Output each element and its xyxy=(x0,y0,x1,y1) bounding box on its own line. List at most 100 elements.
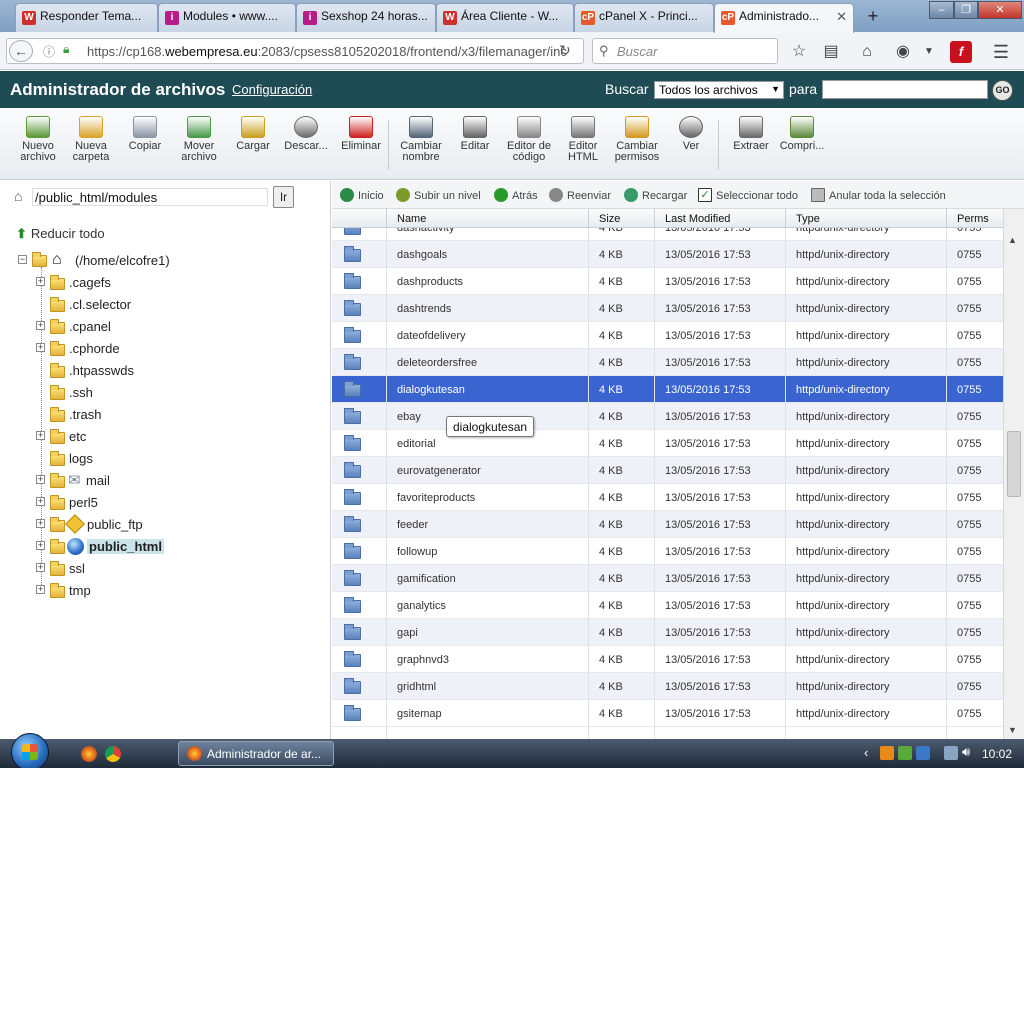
tray-app-icon[interactable] xyxy=(898,746,912,760)
cargar-button[interactable]: Cargar xyxy=(225,114,281,152)
nueva-carpeta-button[interactable]: Nueva carpeta xyxy=(63,114,119,163)
table-row[interactable]: dashproducts 4 KB 13/05/2016 17:53 httpd/un… xyxy=(332,268,1003,295)
cambiar-nombre-button[interactable]: Cambiar nombre xyxy=(393,114,449,163)
star-icon[interactable]: ☆ xyxy=(788,41,810,63)
browser-tab[interactable]: cP cPanel X - Princi... xyxy=(574,3,714,32)
volume-icon[interactable]: 🔊︎ xyxy=(962,744,970,760)
tree-item-ssl[interactable]: ssl xyxy=(69,561,85,576)
tree-root-label[interactable]: (/home/elcofre1) xyxy=(75,253,170,268)
minimize-window-button[interactable]: – xyxy=(929,1,954,19)
scroll-down-icon[interactable]: ▼ xyxy=(1008,725,1017,735)
action-forward-arrow[interactable]: Reenviar xyxy=(549,188,611,202)
editor-html-button[interactable]: Editor HTML xyxy=(555,114,611,163)
settings-link[interactable]: Configuración xyxy=(232,82,312,97)
back-arrow-icon[interactable]: ← xyxy=(9,40,33,62)
action-checkbox-empty[interactable]: Anular toda la selección xyxy=(811,188,946,202)
table-row[interactable]: dashtrends 4 KB 13/05/2016 17:53 httpd/unix… xyxy=(332,295,1003,322)
tree-item-public-html[interactable]: public_html xyxy=(87,539,164,554)
action-reload[interactable]: Recargar xyxy=(624,188,687,202)
expand-toggle-icon[interactable]: + xyxy=(36,431,45,440)
cambiar-permisos-button[interactable]: Cambiar permisos xyxy=(609,114,665,163)
home-icon[interactable]: ⌂ xyxy=(856,41,878,63)
expand-toggle-icon[interactable]: + xyxy=(36,277,45,286)
reading-list-icon[interactable]: ▤ xyxy=(820,41,842,63)
table-row[interactable]: followup 4 KB 13/05/2016 17:53 httpd/unix-d… xyxy=(332,538,1003,565)
tree-item-public-ftp[interactable]: public_ftp xyxy=(87,517,143,532)
action-home[interactable]: Inicio xyxy=(340,188,384,202)
copiar-button[interactable]: Copiar xyxy=(117,114,173,152)
expand-toggle-icon[interactable]: + xyxy=(36,343,45,352)
browser-tab[interactable]: i Modules • www.... xyxy=(158,3,296,32)
table-row[interactable]: dateofdelivery 4 KB 13/05/2016 17:53 httpd/… xyxy=(332,322,1003,349)
expand-toggle-icon[interactable]: + xyxy=(36,563,45,572)
tray-app-icon[interactable] xyxy=(916,746,930,760)
extraer-button[interactable]: Extraer xyxy=(723,114,779,152)
network-icon[interactable] xyxy=(944,746,958,760)
restore-window-button[interactable]: ❐ xyxy=(954,1,978,19)
table-row[interactable]: dialogkutesan 4 KB 13/05/2016 17:53 httpd/u… xyxy=(332,376,1003,403)
new-tab-button[interactable]: + xyxy=(862,6,884,27)
column-header-name[interactable]: Name xyxy=(397,213,426,225)
expand-toggle-icon[interactable]: + xyxy=(36,497,45,506)
chevron-down-icon[interactable]: ▼ xyxy=(918,41,940,63)
tree-item-etc[interactable]: etc xyxy=(69,429,86,444)
ver-button[interactable]: Ver xyxy=(663,114,719,152)
table-row[interactable]: gamification 4 KB 13/05/2016 17:53 httpd/un… xyxy=(332,565,1003,592)
clock[interactable]: 10:02 xyxy=(982,747,1012,761)
table-row[interactable]: ebay 4 KB 13/05/2016 17:53 httpd/unix-direc… xyxy=(332,403,1003,430)
collapse-all-link[interactable]: ⬆ Reducir todo xyxy=(16,226,105,242)
table-row[interactable]: ganalytics 4 KB 13/05/2016 17:53 httpd/unix… xyxy=(332,592,1003,619)
go-button[interactable]: GO xyxy=(992,80,1013,101)
column-header-last-modified[interactable]: Last Modified xyxy=(665,213,730,225)
tree-item-dot-cpanel[interactable]: .cpanel xyxy=(69,319,111,334)
info-icon[interactable]: ⓘ xyxy=(43,43,55,60)
editor-codigo-button[interactable]: Editor de código xyxy=(501,114,557,163)
expand-toggle-icon[interactable]: + xyxy=(36,519,45,528)
vertical-scrollbar[interactable]: ▲ ▼ xyxy=(1003,209,1024,739)
action-back-arrow[interactable]: Atrás xyxy=(494,188,538,202)
tree-item-dot-cagefs[interactable]: .cagefs xyxy=(69,275,111,290)
browser-tab[interactable]: cP Administrado... ✕ xyxy=(714,3,854,33)
browser-tab[interactable]: W Responder Tema... xyxy=(15,3,158,32)
tree-item-dot-trash[interactable]: .trash xyxy=(69,407,102,422)
collapse-toggle-icon[interactable]: − xyxy=(18,255,27,264)
action-up-folder[interactable]: Subir un nivel xyxy=(396,188,481,202)
table-row[interactable]: gsitemap 4 KB 13/05/2016 17:53 httpd/unix-d… xyxy=(332,700,1003,727)
column-header-size[interactable]: Size xyxy=(599,213,620,225)
table-row[interactable]: dashgoals 4 KB 13/05/2016 17:53 httpd/unix-… xyxy=(332,241,1003,268)
tree-item-mail[interactable]: mail xyxy=(86,473,110,488)
column-header-perms[interactable]: Perms xyxy=(957,213,989,225)
mover-archivo-button[interactable]: Mover archivo xyxy=(171,114,227,163)
menu-icon[interactable]: ☰ xyxy=(990,41,1012,63)
tree-item-dot-htpasswds[interactable]: .htpasswds xyxy=(69,363,134,378)
browser-tab[interactable]: i Sexshop 24 horas... xyxy=(296,3,436,32)
browser-tab[interactable]: W Área Cliente - W... xyxy=(436,3,574,32)
go-path-button[interactable]: Ir xyxy=(273,186,294,208)
path-input[interactable]: /public_html/modules xyxy=(32,188,268,206)
start-button[interactable] xyxy=(11,733,49,768)
expand-toggle-icon[interactable]: + xyxy=(36,321,45,330)
editar-button[interactable]: Editar xyxy=(447,114,503,152)
table-row[interactable]: feeder 4 KB 13/05/2016 17:53 httpd/unix-dir… xyxy=(332,511,1003,538)
tree-item-tmp[interactable]: tmp xyxy=(69,583,91,598)
tray-app-icon[interactable] xyxy=(880,746,894,760)
comprimir-button[interactable]: Compri... xyxy=(774,114,830,152)
close-window-button[interactable]: ✕ xyxy=(978,1,1022,19)
tree-item-perl5[interactable]: perl5 xyxy=(69,495,98,510)
tree-item-logs[interactable]: logs xyxy=(69,451,93,466)
close-tab-icon[interactable]: ✕ xyxy=(836,9,847,25)
descargar-button[interactable]: Descar... xyxy=(278,114,334,152)
firefox-icon[interactable] xyxy=(81,746,97,762)
scrollbar-thumb[interactable] xyxy=(1007,431,1021,497)
table-row[interactable]: editorial 4 KB 13/05/2016 17:53 httpd/unix-… xyxy=(332,430,1003,457)
pocket-icon[interactable]: ◉ xyxy=(892,41,914,63)
reload-icon[interactable]: ↻ xyxy=(559,42,571,59)
eliminar-button[interactable]: Eliminar xyxy=(333,114,389,152)
tree-item-dot-cl.selector[interactable]: .cl.selector xyxy=(69,297,131,312)
table-row[interactable]: gapi 4 KB 13/05/2016 17:53 httpd/unix-direc… xyxy=(332,619,1003,646)
action-checkbox-checked[interactable]: ✓ Seleccionar todo xyxy=(698,188,798,202)
chrome-icon[interactable] xyxy=(105,746,121,762)
expand-toggle-icon[interactable]: + xyxy=(36,585,45,594)
address-bar[interactable]: ← ⓘ 🔒︎ https://cp168.webempresa.eu:2083/… xyxy=(6,38,584,64)
expand-toggle-icon[interactable]: + xyxy=(36,475,45,484)
